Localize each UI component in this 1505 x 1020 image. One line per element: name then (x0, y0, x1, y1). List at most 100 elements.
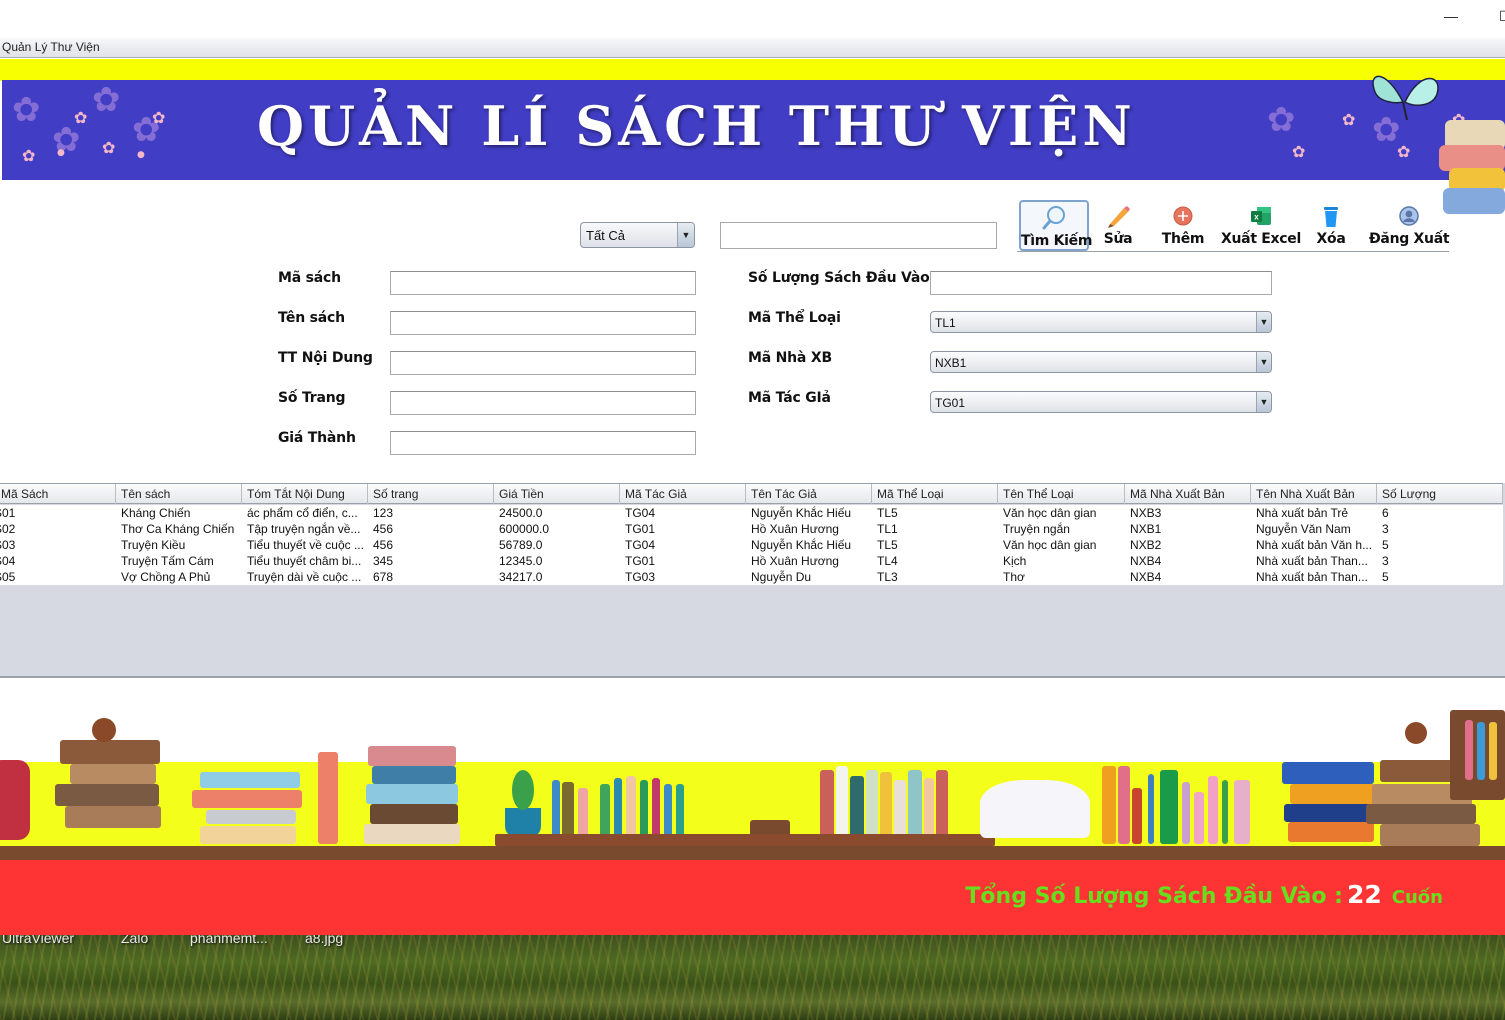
window-top-strip: — ☐ (0, 0, 1505, 38)
chevron-down-icon[interactable]: ▼ (1256, 352, 1271, 372)
column-header[interactable]: Tên Tác Giả (746, 484, 872, 504)
banner-title: QUẢN LÍ SÁCH THƯ VIỆN (257, 94, 1136, 158)
book-decoration (1282, 762, 1374, 784)
table-cell: Văn học dân gian (1003, 538, 1097, 552)
column-header[interactable]: Tên sách (116, 484, 242, 504)
book-decoration (60, 740, 160, 764)
column-header[interactable]: Giá Tiền (494, 484, 620, 504)
total-books-value: 22 (1346, 880, 1382, 909)
table-cell: Tập truyện ngắn về... (247, 522, 361, 536)
search-icon (1041, 205, 1067, 231)
table-row[interactable]: S04 Truyện Tấm Cám Tiểu thuyết châm bi... 3… (0, 553, 1503, 569)
author-id-select[interactable]: TG01 ▼ (930, 391, 1272, 413)
book-decoration (1380, 824, 1480, 846)
search-button-label: Tìm Kiếm (1021, 233, 1093, 249)
search-button[interactable]: Tìm Kiếm (1019, 200, 1093, 251)
column-header[interactable]: Mã Tác Giả (620, 484, 746, 504)
table-row[interactable]: S03 Truyện Kiều Tiểu thuyết về cuộc ... 456… (0, 537, 1503, 553)
table-cell: Vợ Chồng A Phủ (121, 570, 211, 584)
search-filter-select[interactable]: Tất Cả ▼ (580, 222, 695, 248)
add-button[interactable]: Thêm (1157, 200, 1209, 251)
genre-id-select[interactable]: TL1 ▼ (930, 311, 1272, 333)
content-summary-input[interactable] (390, 351, 696, 375)
price-input[interactable] (390, 431, 696, 455)
toolbar: Tìm Kiếm Sửa Thêm x Xuất Excel Xóa Đăng … (1017, 200, 1450, 252)
butterfly-icon (1372, 75, 1439, 121)
book-decoration (200, 772, 300, 788)
table-cell: TL1 (877, 522, 898, 536)
quantity-input[interactable] (930, 271, 1272, 295)
table-cell: 6 (1382, 506, 1389, 520)
table-cell: 12345.0 (499, 554, 543, 568)
book-decoration (370, 804, 458, 824)
book-decoration (1182, 782, 1190, 844)
author-id-label: Mã Tác GIả (748, 390, 831, 406)
chevron-down-icon[interactable]: ▼ (1256, 392, 1271, 412)
table-cell: TL5 (877, 506, 898, 520)
column-header[interactable]: Tên Thể Loại (998, 484, 1125, 504)
table-cell: NXB4 (1130, 554, 1162, 568)
table-cell: TG01 (625, 522, 656, 536)
table-row[interactable]: S01 Kháng Chiến ác phẩm cổ điển, c... 123 24… (0, 505, 1503, 521)
column-header[interactable]: Mã Sách (0, 484, 116, 504)
logout-button[interactable]: Đăng Xuất (1369, 200, 1450, 251)
books-table[interactable]: Mã Sách Tên sách Tóm Tắt Nội Dung Số trang G… (0, 483, 1505, 678)
bookshelf-decoration (0, 700, 1505, 860)
column-header[interactable]: Mã Nhà Xuất Bản (1125, 484, 1251, 504)
table-cell: Thơ Ca Kháng Chiến (121, 522, 235, 536)
genre-id-value: TL1 (935, 316, 956, 330)
edit-button[interactable]: Sửa (1097, 200, 1139, 251)
page-count-input[interactable] (390, 391, 696, 415)
table-cell: NXB2 (1130, 538, 1162, 552)
table-cell: 5 (1382, 538, 1389, 552)
price-label: Giá Thành (278, 430, 356, 446)
banner-top-strip (0, 59, 1505, 81)
total-books-summary: Tổng Số Lượng Sách Đầu Vào :22 Cuốn (965, 880, 1443, 909)
user-icon (1396, 203, 1422, 229)
table-cell: Truyện dài về cuộc ... (247, 570, 362, 584)
delete-button[interactable]: Xóa (1313, 200, 1349, 251)
window-title: Quản Lý Thư Viện (2, 40, 100, 54)
table-cell: NXB4 (1130, 570, 1162, 584)
book-decoration (1284, 804, 1374, 822)
book-id-input[interactable] (390, 271, 696, 295)
flower-decoration: ✿ (22, 146, 36, 165)
column-header[interactable]: Số trang (368, 484, 494, 504)
table-cell: Nhà xuất bản Văn h... (1256, 538, 1373, 552)
table-cell: S02 (0, 522, 16, 536)
book-decoration (1102, 766, 1116, 844)
column-header[interactable]: Tên Nhà Xuất Bản (1251, 484, 1377, 504)
chevron-down-icon[interactable]: ▼ (677, 223, 694, 247)
table-cell: 3 (1382, 522, 1389, 536)
table-cell: Kháng Chiến (121, 506, 191, 520)
publisher-id-select[interactable]: NXB1 ▼ (930, 351, 1272, 373)
search-filter-value: Tất Cả (586, 228, 626, 243)
table-row[interactable]: S02 Thơ Ca Kháng Chiến Tập truyện ngắn về… (0, 521, 1503, 537)
table-cell: TG01 (625, 554, 656, 568)
book-decoration (836, 766, 848, 844)
open-book-decoration (980, 780, 1090, 838)
column-header[interactable]: Số Lượng (1377, 484, 1503, 504)
table-cell: TG04 (625, 506, 656, 520)
book-name-input[interactable] (390, 311, 696, 335)
export-excel-button[interactable]: x Xuất Excel (1221, 200, 1301, 251)
banner: ✿ ✿ ✿ ✿ ✿ ✿ ✿ ✿ ● ● QUẢN LÍ SÁCH THƯ VIỆ… (2, 80, 1505, 180)
chevron-down-icon[interactable]: ▼ (1256, 312, 1271, 332)
author-id-value: TG01 (935, 396, 966, 410)
table-cell: Nguyễn Khắc Hiếu (751, 538, 852, 552)
table-body[interactable]: S01 Kháng Chiến ác phẩm cổ điển, c... 123 24… (0, 505, 1503, 585)
minimize-button[interactable]: — (1444, 8, 1458, 24)
column-header[interactable]: Tóm Tắt Nội Dung (242, 484, 368, 504)
page-count-label: Số Trang (278, 390, 346, 406)
table-cell: S05 (0, 570, 16, 584)
table-cell: Kịch (1003, 554, 1027, 568)
search-input[interactable] (720, 222, 997, 249)
table-row[interactable]: S05 Vợ Chồng A Phủ Truyện dài về cuộc ... 6… (0, 569, 1503, 585)
total-books-unit: Cuốn (1391, 887, 1443, 908)
publisher-id-label: Mã Nhà XB (748, 350, 832, 366)
column-header[interactable]: Mã Thể Loại (872, 484, 998, 504)
flower-decoration: ✿ (1292, 142, 1306, 161)
publisher-id-value: NXB1 (935, 356, 967, 370)
table-cell: TL4 (877, 554, 898, 568)
maximize-button[interactable]: ☐ (1499, 8, 1505, 25)
